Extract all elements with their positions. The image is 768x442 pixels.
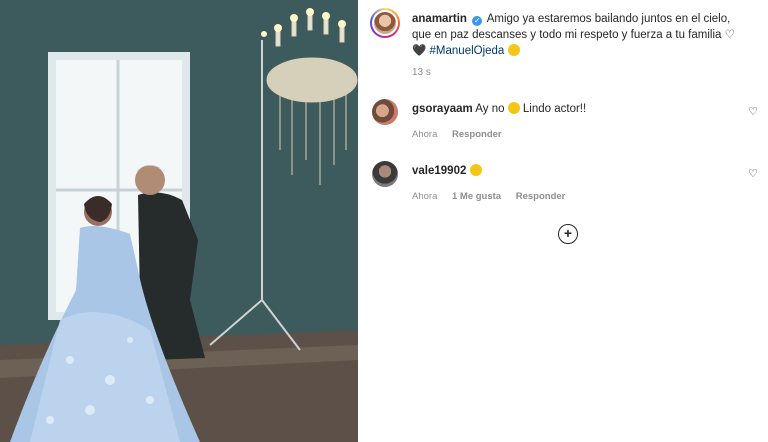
post-caption: anamartin ✓ Amigo ya estaremos bailando … bbox=[412, 11, 752, 59]
comment-meta: Ahora Responder bbox=[412, 129, 514, 140]
verified-badge-icon: ✓ bbox=[472, 16, 483, 26]
black-heart-emoji: 🖤 bbox=[412, 45, 427, 57]
comment-text-part1: Ay no bbox=[475, 103, 505, 115]
sad-face-emoji bbox=[469, 164, 482, 176]
comment-username[interactable]: vale19902 bbox=[412, 165, 466, 177]
like-heart-icon[interactable]: ♡ bbox=[748, 105, 758, 118]
comment-username[interactable]: gsorayaam bbox=[412, 103, 473, 115]
comment-body: gsorayaam Ay no Lindo actor!! bbox=[412, 102, 586, 115]
author-username[interactable]: anamartin bbox=[412, 13, 467, 25]
comment-meta: Ahora 1 Me gusta Responder bbox=[412, 191, 577, 202]
post-time[interactable]: 13 s bbox=[412, 67, 431, 78]
dance-scene-image bbox=[0, 0, 358, 442]
post-media[interactable] bbox=[0, 0, 358, 442]
comment-text-part2: Lindo actor!! bbox=[522, 103, 587, 115]
hashtag-link[interactable]: #ManuelOjeda bbox=[430, 45, 505, 57]
commenter-avatar[interactable] bbox=[372, 161, 398, 187]
comments-panel: anamartin ✓ Amigo ya estaremos bailando … bbox=[358, 0, 768, 442]
comment-time[interactable]: Ahora bbox=[412, 191, 437, 202]
reply-button[interactable]: Responder bbox=[452, 129, 502, 140]
sad-face-emoji bbox=[507, 44, 520, 56]
reply-button[interactable]: Responder bbox=[516, 191, 566, 202]
load-more-comments-icon[interactable]: + bbox=[558, 224, 578, 244]
author-avatar[interactable] bbox=[370, 8, 400, 38]
comment-body: vale19902 bbox=[412, 164, 482, 177]
outline-heart-emoji: ♡ bbox=[724, 29, 735, 41]
comment-time[interactable]: Ahora bbox=[412, 129, 437, 140]
like-heart-icon[interactable]: ♡ bbox=[748, 167, 758, 180]
commenter-avatar[interactable] bbox=[372, 99, 398, 125]
sad-face-emoji bbox=[507, 102, 520, 114]
likes-count[interactable]: 1 Me gusta bbox=[452, 191, 501, 202]
